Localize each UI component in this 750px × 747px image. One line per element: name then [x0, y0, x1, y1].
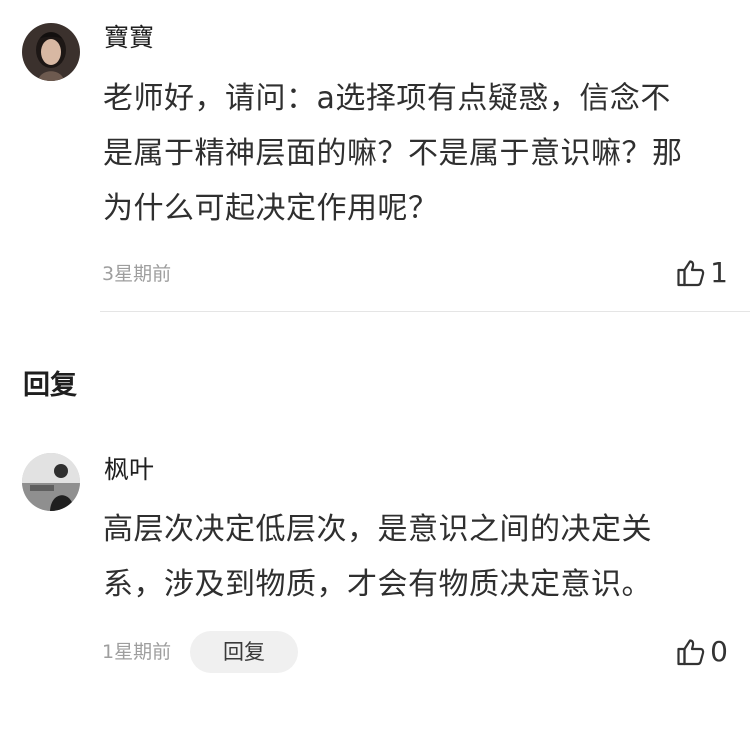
- reply-avatar-image: [22, 453, 80, 511]
- reply-item: 枫叶 高层次决定低层次，是意识之间的决定关 系，涉及到物质，才会有物质决定意识。…: [0, 0, 750, 747]
- reply-text: 高层次决定低层次，是意识之间的决定关 系，涉及到物质，才会有物质决定意识。: [103, 502, 733, 612]
- like-button[interactable]: 0: [676, 636, 728, 668]
- reply-username[interactable]: 枫叶: [104, 455, 154, 485]
- avatar[interactable]: [22, 453, 80, 511]
- reply-button[interactable]: 回复: [190, 631, 298, 673]
- like-count: 0: [710, 635, 728, 668]
- reply-text-line: 系，涉及到物质，才会有物质决定意识。: [103, 567, 652, 602]
- reply-text-line: 高层次决定低层次，是意识之间的决定关: [103, 512, 652, 547]
- reply-time: 1星期前: [102, 641, 172, 663]
- thumbs-up-icon: [676, 637, 706, 667]
